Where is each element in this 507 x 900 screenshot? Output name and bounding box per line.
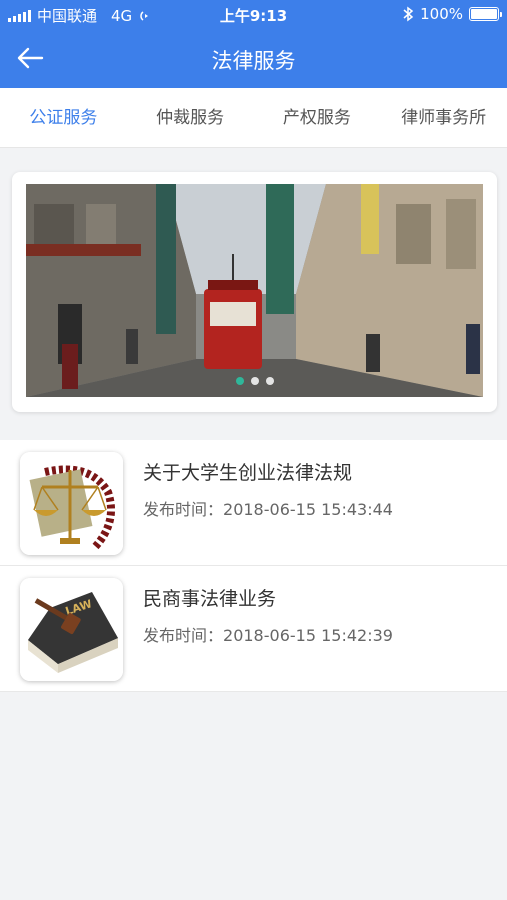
carousel-dot[interactable] bbox=[265, 377, 274, 385]
carousel-indicator bbox=[26, 377, 483, 385]
date-label: 发布时间： bbox=[143, 626, 224, 645]
banner-image[interactable] bbox=[26, 184, 483, 397]
battery-percent: 100% bbox=[420, 5, 463, 23]
page-title: 法律服务 bbox=[211, 49, 296, 73]
tab-notary[interactable]: 公证服务 bbox=[0, 88, 127, 147]
law-book-gavel-icon: LAW bbox=[20, 578, 123, 681]
tab-law-firm[interactable]: 律师事务所 bbox=[380, 88, 507, 147]
scales-of-justice-icon bbox=[20, 452, 123, 555]
date-label: 发布时间： bbox=[143, 500, 224, 519]
article-title: 关于大学生创业法律法规 bbox=[143, 462, 353, 484]
carousel-dot[interactable] bbox=[250, 377, 259, 385]
date-value: 2018-06-15 15:43:44 bbox=[223, 500, 393, 519]
category-tabs: 公证服务 仲裁服务 产权服务 律师事务所 bbox=[0, 88, 507, 148]
article-title: 民商事法律业务 bbox=[143, 588, 277, 610]
date-value: 2018-06-15 15:42:39 bbox=[223, 626, 393, 645]
header-bar: 中国联通 4G 上午9:13 100% 法律服务 bbox=[0, 0, 507, 88]
battery-icon bbox=[469, 7, 502, 21]
list-item[interactable]: LAW 民商事法律业务 发布时间：2018-06-15 15:42:39 bbox=[0, 566, 507, 692]
article-date: 发布时间：2018-06-15 15:43:44 bbox=[143, 496, 393, 520]
status-bar: 中国联通 4G 上午9:13 100% bbox=[0, 0, 507, 30]
banner-carousel[interactable] bbox=[12, 172, 497, 412]
article-list: 关于大学生创业法律法规 发布时间：2018-06-15 15:43:44 LAW… bbox=[0, 440, 507, 692]
article-date: 发布时间：2018-06-15 15:42:39 bbox=[143, 622, 393, 646]
carousel-dot[interactable] bbox=[235, 377, 244, 385]
list-item[interactable]: 关于大学生创业法律法规 发布时间：2018-06-15 15:43:44 bbox=[0, 440, 507, 566]
tab-arbitration[interactable]: 仲裁服务 bbox=[127, 88, 254, 147]
bluetooth-icon bbox=[403, 6, 414, 22]
tab-property-rights[interactable]: 产权服务 bbox=[254, 88, 381, 147]
